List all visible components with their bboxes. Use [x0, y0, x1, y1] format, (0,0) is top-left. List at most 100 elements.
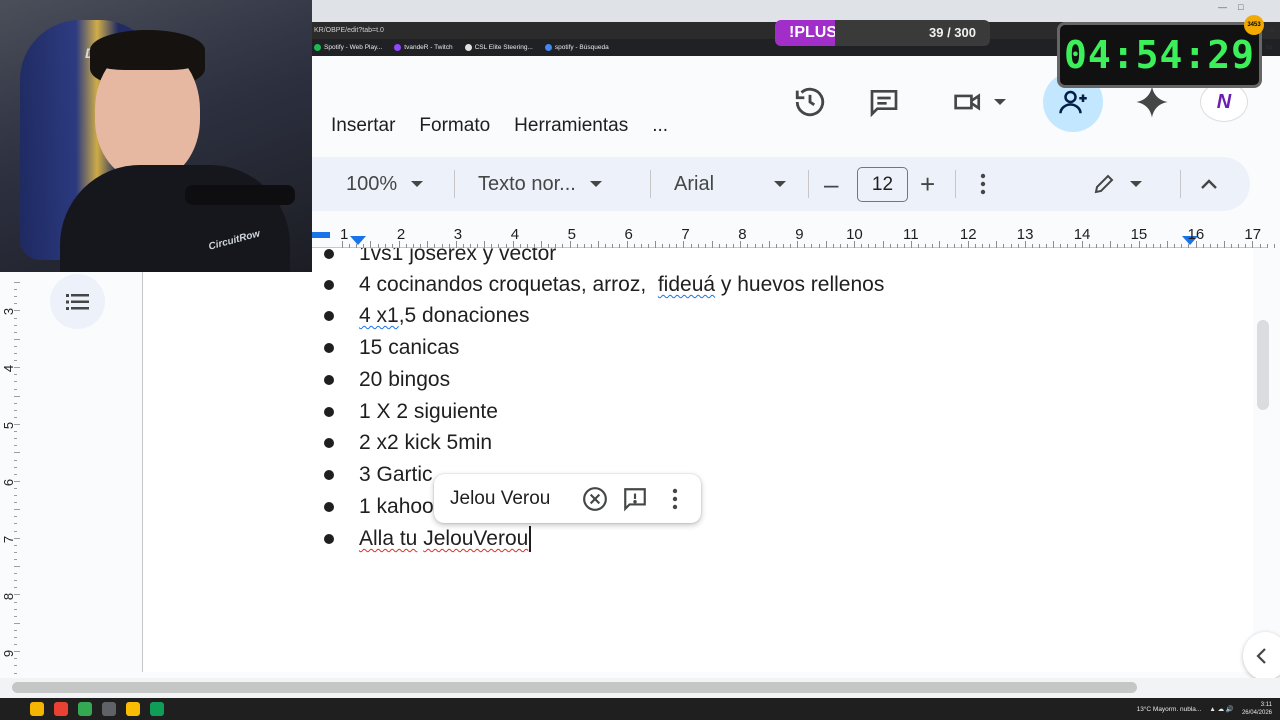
bookmark-item[interactable]: tvandeR - Twitch — [394, 44, 453, 51]
font-size-input[interactable]: 12 — [857, 167, 908, 202]
list-item-text: 1vs1 joserex y vector — [359, 248, 557, 265]
clock[interactable]: 3:11 26/04/2026 — [1242, 701, 1272, 717]
vertical-ruler-number: 3 — [1, 307, 17, 316]
microphone — [185, 185, 295, 205]
vertical-ruler-tick — [14, 402, 17, 404]
bookmark-label: tvandeR - Twitch — [404, 44, 453, 51]
gemini-icon[interactable] — [1132, 82, 1172, 122]
list-item[interactable]: 2 x2 kick 5min — [359, 427, 492, 459]
vertical-scrollbar[interactable] — [1257, 320, 1269, 410]
version-history-icon[interactable] — [790, 82, 830, 122]
list-item-text: 2 x2 kick 5min — [359, 431, 493, 454]
paragraph-style-value: Texto nor... — [478, 172, 576, 195]
ruler-tick — [1110, 241, 1112, 248]
dismiss-suggestion-icon[interactable] — [575, 479, 615, 519]
vertical-ruler-tick — [14, 502, 17, 504]
more-options-icon[interactable] — [979, 157, 987, 211]
menu-herramientas[interactable]: Herramientas — [502, 110, 640, 142]
vertical-ruler-tick — [14, 587, 17, 589]
ruler-tick — [1223, 241, 1225, 248]
collapse-menus-icon[interactable] — [1199, 157, 1219, 211]
horizontal-scrollbar-thumb[interactable] — [12, 682, 1137, 693]
comments-icon[interactable] — [864, 82, 904, 122]
document-outline-button[interactable] — [50, 274, 105, 329]
document-page[interactable]: 1vs1 joserex y vector 4 cocinandos croque… — [143, 248, 1253, 672]
vertical-ruler: 3456789 — [0, 272, 26, 674]
taskbar-app-icon[interactable] — [102, 702, 116, 716]
list-item-text: 1 kahoot — [359, 495, 440, 518]
vertical-ruler-tick — [14, 480, 20, 482]
taskbar-app-icon[interactable] — [150, 702, 164, 716]
bookmark-item[interactable]: spotify - Búsqueda — [544, 44, 609, 51]
vertical-ruler-tick — [14, 629, 17, 631]
taskbar-app-icon[interactable] — [54, 702, 68, 716]
clock-date: 26/04/2026 — [1241, 710, 1272, 716]
ruler-tick — [1024, 241, 1026, 248]
vertical-ruler-tick — [14, 544, 17, 546]
zoom-select[interactable]: 100% — [346, 157, 424, 211]
ruler-tick — [598, 241, 600, 248]
taskbar-app-icon[interactable] — [126, 702, 140, 716]
editing-mode-select[interactable] — [1092, 157, 1142, 211]
vertical-ruler-tick — [14, 345, 17, 347]
taskbar-app-icon[interactable] — [30, 702, 44, 716]
feedback-icon[interactable] — [615, 479, 655, 519]
bookmark-label: CSL Elite Steering... — [474, 44, 533, 51]
bullet-icon — [324, 534, 334, 544]
bookmark-item[interactable]: Spotify - Web Play... — [314, 44, 382, 51]
bookmark-favicon-icon — [544, 44, 552, 51]
vertical-ruler-number: 5 — [1, 421, 17, 430]
vertical-ruler-tick — [14, 445, 17, 447]
bullet-icon — [324, 375, 334, 385]
menu-more[interactable]: ... — [640, 110, 680, 142]
account-avatar[interactable]: N — [1200, 82, 1248, 122]
chevron-down-icon — [589, 181, 602, 187]
vertical-ruler-tick — [14, 558, 17, 560]
ruler-margin-marker[interactable] — [312, 232, 330, 238]
bullet-icon — [324, 343, 334, 353]
list-item[interactable]: Alla tu JelouVerou — [359, 523, 532, 555]
side-panel-toggle[interactable] — [1243, 632, 1280, 680]
vertical-ruler-tick — [14, 338, 20, 340]
ruler-tick — [654, 241, 656, 248]
taskbar-app-icon[interactable] — [78, 702, 92, 716]
vertical-ruler-tick — [14, 601, 17, 603]
bullet-icon — [324, 470, 334, 480]
list-item-text: 1 X 2 siguiente — [359, 400, 498, 423]
increase-font-size-button[interactable]: + — [920, 157, 935, 211]
stream-timer: 04:54:29 — [1057, 22, 1262, 88]
vertical-ruler-tick — [14, 416, 17, 418]
ruler-tick — [797, 241, 799, 248]
menu-insertar[interactable]: Insertar — [312, 110, 407, 142]
list-item[interactable]: 4 x1,5 donaciones — [359, 300, 529, 332]
timer-badge: 3453 — [1244, 15, 1264, 35]
chevron-down-icon — [411, 181, 424, 187]
minimize-icon[interactable]: — — [1218, 2, 1227, 12]
ruler-tick — [854, 241, 856, 248]
ruler-tick — [1273, 244, 1275, 248]
weather-label[interactable]: 13°C Mayorm. nubla... — [1137, 706, 1202, 713]
maximize-icon[interactable]: □ — [1238, 2, 1243, 12]
menu-formato[interactable]: Formato — [407, 110, 502, 142]
list-item[interactable]: 15 canicas — [359, 332, 459, 364]
bookmark-item[interactable]: CSL Elite Steering... — [464, 44, 533, 51]
list-item[interactable]: 1 X 2 siguiente — [359, 396, 498, 428]
list-item[interactable]: 4 cocinandos croquetas, arroz, fideuá y … — [359, 269, 884, 301]
bullet-icon — [324, 249, 334, 259]
spelling-suggestion[interactable]: Jelou Verou — [450, 488, 575, 510]
list-item[interactable]: 3 Gartic — [359, 459, 433, 491]
paragraph-style-select[interactable]: Texto nor... — [478, 157, 602, 211]
more-options-icon[interactable] — [655, 479, 695, 519]
vertical-ruler-tick — [14, 353, 17, 354]
toolbar-divider — [650, 170, 651, 198]
vertical-ruler-tick — [14, 367, 20, 369]
decrease-font-size-button[interactable]: – — [824, 157, 838, 211]
list-item[interactable]: 20 bingos — [359, 364, 450, 396]
toolbar-divider — [1180, 170, 1181, 198]
font-select[interactable]: Arial — [674, 157, 786, 211]
vertical-ruler-tick — [14, 317, 17, 319]
list-item[interactable]: 1 kahoot — [359, 491, 440, 523]
meet-icon[interactable] — [944, 82, 1014, 122]
list-item[interactable]: 1vs1 joserex y vector — [359, 248, 556, 270]
vertical-ruler-tick — [14, 530, 17, 532]
